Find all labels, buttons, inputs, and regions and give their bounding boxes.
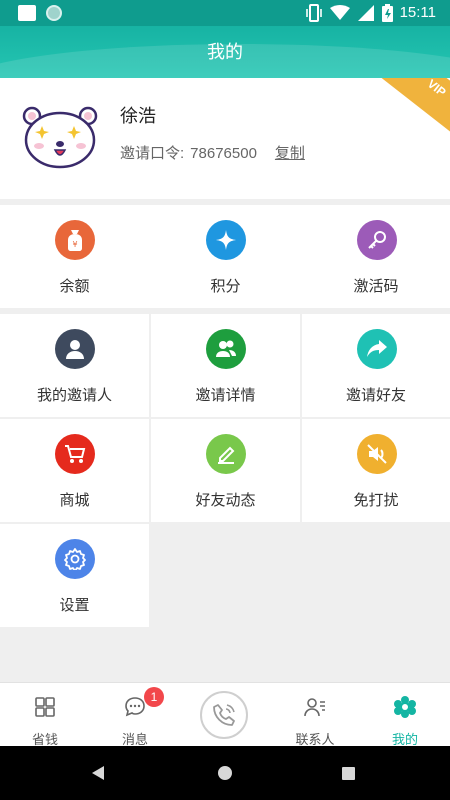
key-icon	[357, 220, 397, 260]
grid-item-label: 设置	[59, 597, 90, 614]
person-icon	[55, 329, 95, 369]
call-button[interactable]	[200, 691, 248, 739]
cart-icon	[55, 434, 95, 474]
grid-item-label: 我的邀请人	[36, 387, 112, 404]
group-icon	[206, 329, 246, 369]
user-name: 徐浩	[120, 106, 156, 126]
grid-item-my-inviter[interactable]: 我的邀请人	[0, 314, 149, 417]
wifi-icon	[330, 5, 350, 20]
grid-item-settings[interactable]: 设置	[0, 524, 149, 627]
signal-icon	[358, 5, 374, 21]
grid-item-points[interactable]: 积分	[151, 205, 300, 308]
grid-item-label: 好友动态	[195, 492, 256, 509]
grid-item-do-not-disturb[interactable]: 免打扰	[302, 419, 450, 522]
invite-code-row: 邀请口令: 78676500 复制	[120, 142, 305, 163]
invite-code-label: 邀请口令:	[120, 145, 185, 162]
svg-text:¥: ¥	[72, 240, 77, 249]
grid-item-label: 积分	[210, 278, 241, 295]
status-icons	[306, 4, 393, 22]
tab-save-money[interactable]: 省钱	[0, 683, 90, 747]
page-title: 我的	[207, 42, 243, 62]
share-arrow-icon	[357, 329, 397, 369]
invite-code-value: 78676500	[190, 145, 257, 162]
grid-item-label: 激活码	[353, 278, 399, 295]
phone-call-icon	[213, 704, 235, 726]
grid-item-invite-details[interactable]: 邀请详情	[151, 314, 300, 417]
home-icon[interactable]	[218, 766, 232, 780]
notification-dot-icon	[46, 5, 62, 21]
contacts-icon	[304, 698, 325, 717]
mute-speaker-icon	[357, 434, 397, 474]
grid-icon	[35, 697, 55, 717]
tab-contacts[interactable]: 联系人	[270, 683, 360, 747]
status-bar: 15:11	[0, 0, 450, 26]
grid-item-label: 邀请详情	[195, 387, 256, 404]
grid-item-balance[interactable]: ¥ 余额	[0, 205, 149, 308]
recent-apps-icon[interactable]	[342, 767, 355, 780]
avatar[interactable]	[22, 102, 98, 172]
grid-item-label: 商城	[59, 492, 90, 509]
money-bag-icon: ¥	[55, 220, 95, 260]
grid-item-mall[interactable]: 商城	[0, 419, 149, 522]
battery-icon	[382, 4, 393, 22]
grid-item-activation-code[interactable]: 激活码	[302, 205, 450, 308]
copy-button[interactable]: 复制	[275, 145, 305, 162]
flower-icon	[394, 696, 416, 718]
clock: 15:11	[399, 4, 436, 21]
tab-mine[interactable]: 我的	[360, 683, 450, 747]
back-icon[interactable]	[92, 766, 104, 780]
app-header: 我的	[0, 26, 450, 78]
grid-item-label: 免打扰	[353, 492, 399, 509]
gear-icon	[55, 539, 95, 579]
vibrate-icon	[306, 4, 322, 22]
unread-badge: 1	[144, 687, 164, 707]
bottom-tab-bar: 省钱 1 消息 联系人 我的	[0, 682, 450, 747]
notification-square-icon	[18, 5, 36, 21]
profile-card[interactable]: 徐浩 邀请口令: 78676500 复制 VIP	[0, 78, 450, 199]
wallet-grid: ¥ 余额 积分 激活码	[0, 205, 450, 308]
grid-item-label: 余额	[59, 278, 90, 295]
grid-item-label: 邀请好友	[345, 387, 406, 404]
edit-pen-icon	[206, 434, 246, 474]
grid-item-friend-updates[interactable]: 好友动态	[151, 419, 300, 522]
system-navigation-bar	[0, 746, 450, 800]
tab-messages[interactable]: 1 消息	[90, 683, 180, 747]
diamond-star-icon	[206, 220, 246, 260]
grid-item-invite-friends[interactable]: 邀请好友	[302, 314, 450, 417]
features-grid: 我的邀请人 邀请详情 邀请好友 商城 好友动态 免打扰 设置	[0, 314, 450, 628]
